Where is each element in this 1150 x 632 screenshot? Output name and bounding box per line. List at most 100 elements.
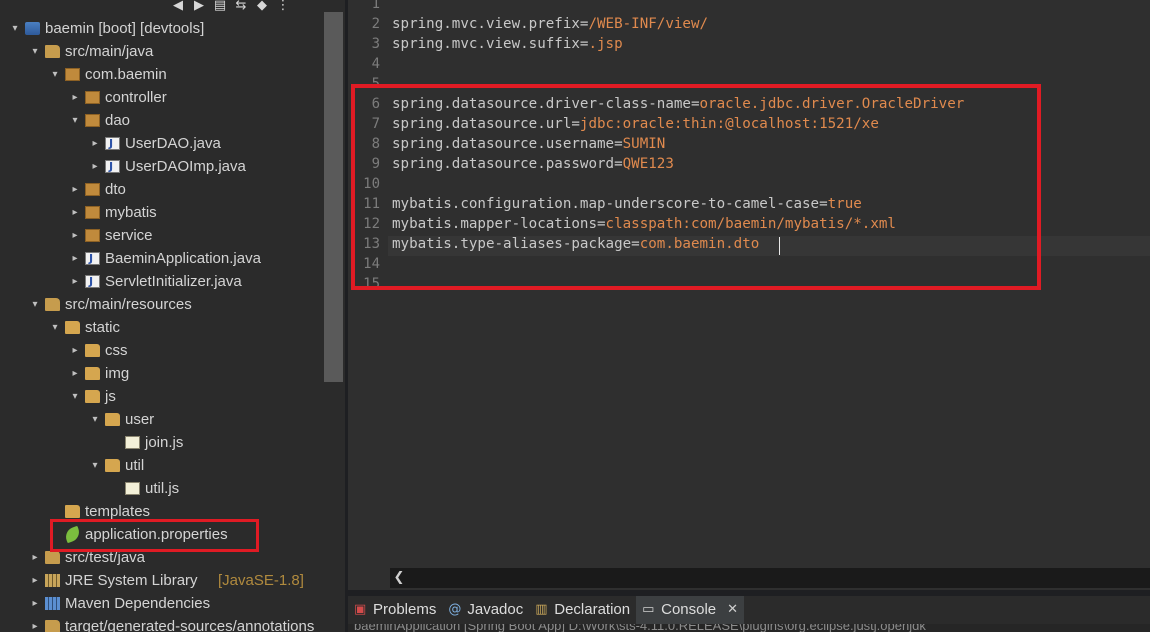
- chevron-right-icon[interactable]: ▸: [88, 132, 102, 155]
- tree-item[interactable]: ▸ UserDAO.java: [0, 132, 322, 155]
- tab-declaration[interactable]: ▥ Declaration: [529, 596, 636, 624]
- tree-item-label: controller: [105, 89, 167, 106]
- tree-item[interactable]: ▾ baemin [boot] [devtools]: [0, 17, 322, 40]
- tree-item[interactable]: ▾ dao: [0, 109, 322, 132]
- tree-item-label: img: [105, 365, 130, 382]
- tab-javadoc[interactable]: @ Javadoc: [442, 596, 529, 624]
- tree-item-label: util.js: [145, 480, 180, 497]
- chevron-right-icon[interactable]: ▸: [68, 178, 82, 201]
- tree-item[interactable]: ▸ img: [0, 362, 322, 385]
- collapse-all-icon[interactable]: ▤: [212, 0, 228, 14]
- chevron-right-icon[interactable]: ▸: [28, 592, 42, 615]
- chevron-down-icon[interactable]: ▾: [88, 454, 102, 477]
- tree-item[interactable]: util.js: [0, 477, 322, 500]
- folder-icon: [85, 390, 100, 403]
- javadoc-icon: @: [448, 602, 462, 617]
- chevron-right-icon[interactable]: ▸: [68, 362, 82, 385]
- tree-item-label: static: [85, 319, 121, 336]
- arrow-right-icon[interactable]: ▶: [191, 0, 207, 14]
- tree-item[interactable]: ▸ service: [0, 224, 322, 247]
- chevron-right-icon[interactable]: ▸: [28, 615, 42, 632]
- filter-icon[interactable]: ◆: [254, 0, 270, 14]
- tree-item[interactable]: ▸ UserDAOImp.java: [0, 155, 322, 178]
- js-file-icon: [125, 482, 140, 495]
- tree-item[interactable]: join.js: [0, 431, 322, 454]
- tree-item[interactable]: ▾ js: [0, 385, 322, 408]
- tree-item[interactable]: ▸ css: [0, 339, 322, 362]
- chevron-right-icon[interactable]: ▸: [68, 86, 82, 109]
- arrow-left-icon[interactable]: ◀: [170, 0, 186, 14]
- chevron-down-icon[interactable]: ▾: [8, 17, 22, 40]
- tree-item-label: baemin [boot] [devtools]: [45, 20, 205, 37]
- tree-item[interactable]: ▸ controller: [0, 86, 322, 109]
- bottom-panel: ▣ Problems @ Javadoc ▥ Declaration ▭ Console ✕ b…: [348, 596, 1150, 632]
- folder-icon: [65, 321, 80, 334]
- package-icon: [85, 114, 100, 127]
- chevron-right-icon[interactable]: ▸: [68, 224, 82, 247]
- tree-scrollbar-thumb[interactable]: [324, 12, 343, 382]
- property-value: .jsp: [588, 36, 623, 52]
- console-icon: ▭: [642, 602, 655, 617]
- js-file-icon: [125, 436, 140, 449]
- tree-item-decoration: [JavaSE-1.8]: [218, 572, 304, 589]
- tab-console[interactable]: ▭ Console ✕: [636, 596, 745, 624]
- chevron-down-icon[interactable]: ▾: [68, 109, 82, 132]
- tree-item[interactable]: ▸ BaeminApplication.java: [0, 247, 322, 270]
- tree-item[interactable]: ▸ Maven Dependencies: [0, 592, 322, 615]
- bottom-tab-bar: ▣ Problems @ Javadoc ▥ Declaration ▭ Console ✕: [348, 596, 1150, 624]
- tree-item[interactable]: ▾ src/main/resources: [0, 293, 322, 316]
- tree-item[interactable]: ▾ user: [0, 408, 322, 431]
- chevron-right-icon[interactable]: ▸: [68, 201, 82, 224]
- tree-item[interactable]: ▸ mybatis: [0, 201, 322, 224]
- chevron-right-icon[interactable]: ▸: [28, 569, 42, 592]
- package-icon: [85, 206, 100, 219]
- tree-item-label: JRE System Library: [65, 572, 198, 589]
- console-text: baeminApplication [Spring Boot App] D:\W…: [354, 624, 926, 632]
- java-file-icon: [85, 247, 100, 270]
- chevron-down-icon[interactable]: ▾: [28, 293, 42, 316]
- link-with-editor-icon[interactable]: ⇆: [233, 0, 249, 14]
- console-output: baeminApplication [Spring Boot App] D:\W…: [348, 624, 1150, 632]
- chevron-right-icon[interactable]: ▸: [28, 546, 42, 569]
- chevron-down-icon[interactable]: ▾: [88, 408, 102, 431]
- chevron-down-icon[interactable]: ▾: [48, 63, 62, 86]
- chevron-right-icon[interactable]: ▸: [88, 155, 102, 178]
- chevron-right-icon[interactable]: ▸: [68, 339, 82, 362]
- tree-item[interactable]: ▾ static: [0, 316, 322, 339]
- chevron-left-icon[interactable]: ❮: [392, 568, 406, 588]
- tree-item-label: dao: [105, 112, 131, 129]
- tree-item[interactable]: ▾ src/main/java: [0, 40, 322, 63]
- tree-item[interactable]: ▸ ServletInitializer.java: [0, 270, 322, 293]
- tab-label: Problems: [373, 601, 437, 618]
- tree-item[interactable]: ▾ com.baemin: [0, 63, 322, 86]
- tree-item[interactable]: ▸ JRE System Library [JavaSE-1.8]: [0, 569, 322, 592]
- tree-item-label: service: [105, 227, 153, 244]
- code-line[interactable]: spring.mvc.view.prefix=/WEB-INF/view/: [392, 16, 708, 32]
- tree-item-label: src/main/resources: [65, 296, 192, 313]
- tree-item[interactable]: ▾ util: [0, 454, 322, 477]
- highlight-box-properties: [50, 519, 259, 552]
- folder-icon: [85, 344, 100, 357]
- chevron-down-icon[interactable]: ▾: [48, 316, 62, 339]
- line-number: 1: [371, 0, 380, 12]
- java-file-icon: [105, 132, 120, 155]
- tree-item-label: UserDAO.java: [125, 135, 221, 152]
- chevron-down-icon[interactable]: ▾: [68, 385, 82, 408]
- view-menu-icon[interactable]: ⋮: [275, 0, 291, 14]
- folder-icon: [85, 367, 100, 380]
- close-icon[interactable]: ✕: [727, 596, 738, 624]
- tree-item[interactable]: ▸ target/generated-sources/annotations: [0, 615, 322, 632]
- chevron-right-icon[interactable]: ▸: [68, 247, 82, 270]
- tree-item-label: Maven Dependencies: [65, 595, 211, 612]
- code-line[interactable]: spring.mvc.view.suffix=.jsp: [392, 36, 623, 52]
- properties-editor[interactable]: 1 2 spring.mvc.view.prefix=/WEB-INF/view/3…: [348, 0, 1150, 590]
- chevron-down-icon[interactable]: ▾: [28, 40, 42, 63]
- tree-item[interactable]: ▸ dto: [0, 178, 322, 201]
- folder-icon: [105, 459, 120, 472]
- source-folder-icon: [45, 298, 60, 311]
- tree-item-label: util: [125, 457, 145, 474]
- tab-problems[interactable]: ▣ Problems: [348, 596, 442, 624]
- horizontal-scrollbar[interactable]: ❮: [390, 568, 1150, 588]
- java-file-icon: [85, 270, 100, 293]
- chevron-right-icon[interactable]: ▸: [68, 270, 82, 293]
